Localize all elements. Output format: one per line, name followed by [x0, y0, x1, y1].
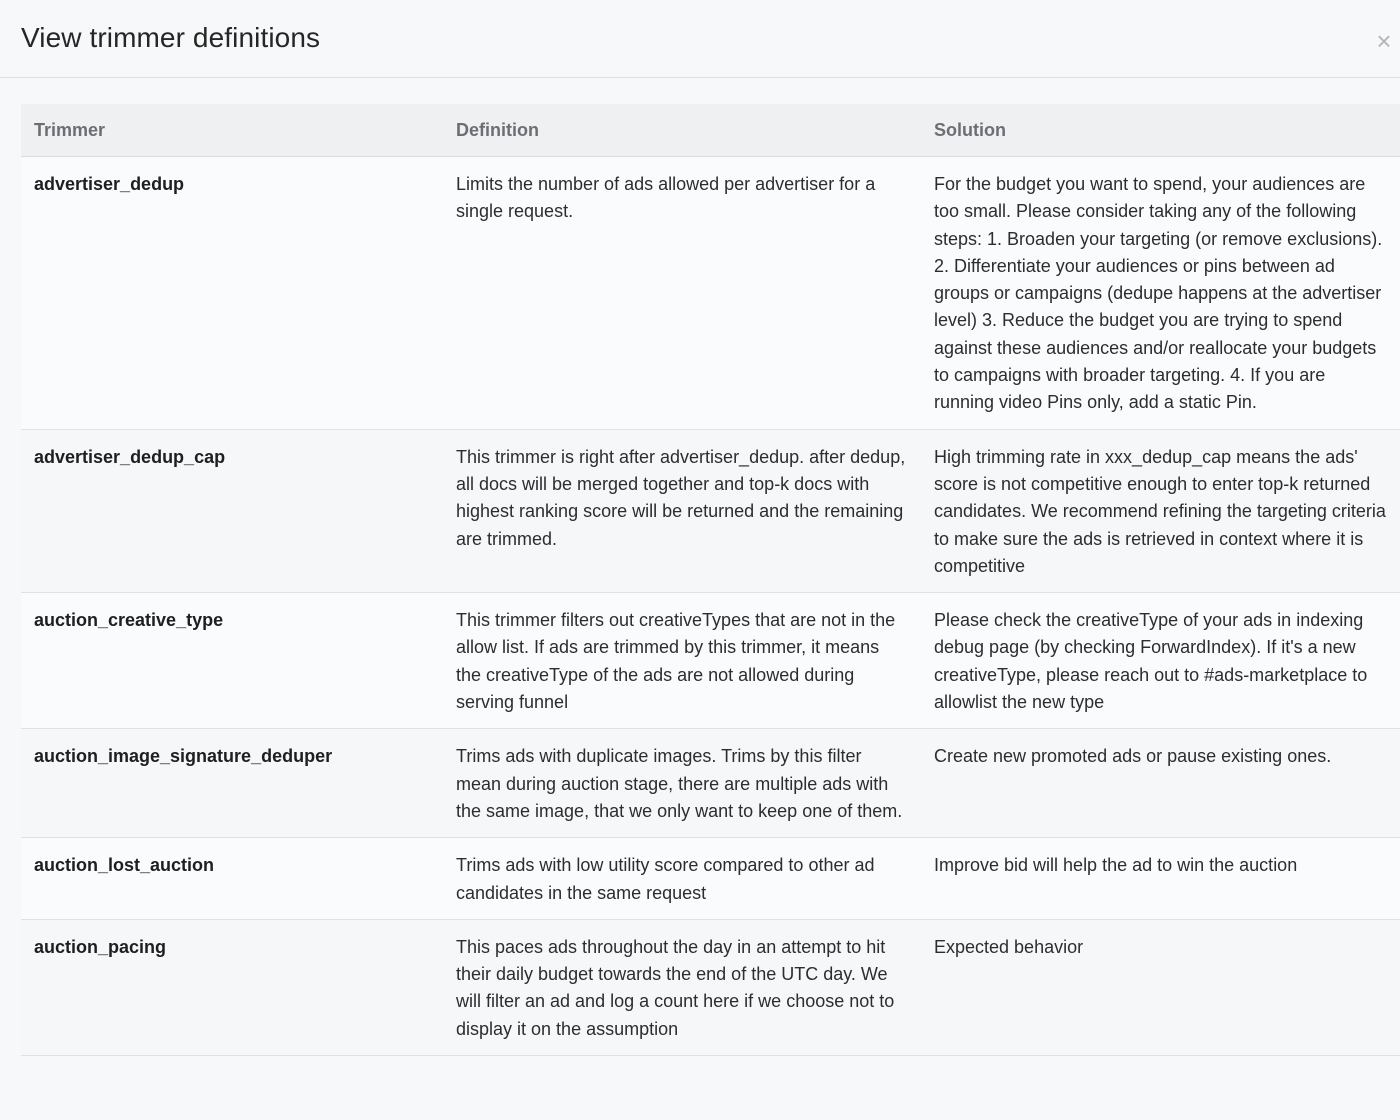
column-header-trimmer: Trimmer [21, 104, 443, 157]
trimmer-name-cell: auction_creative_type [21, 592, 443, 730]
trimmer-name-cell: auction_pacing [21, 919, 443, 1057]
table-row: advertiser_dedup_cap This trimmer is rig… [21, 429, 1400, 594]
definition-cell: This trimmer is right after advertiser_d… [443, 429, 921, 594]
table-row: auction_pacing This paces ads throughout… [21, 919, 1400, 1057]
column-header-definition: Definition [443, 104, 921, 157]
definition-cell: Trims ads with duplicate images. Trims b… [443, 728, 921, 839]
definition-cell: This trimmer filters out creativeTypes t… [443, 592, 921, 730]
definition-cell: Trims ads with low utility score compare… [443, 837, 921, 920]
trimmer-name-cell: auction_image_signature_deduper [21, 728, 443, 839]
trimmer-table: Trimmer Definition Solution advertiser_d… [21, 104, 1400, 1057]
table-row: auction_lost_auction Trims ads with low … [21, 837, 1400, 920]
table-row: advertiser_dedup Limits the number of ad… [21, 156, 1400, 430]
solution-cell: Please check the creativeType of your ad… [921, 592, 1400, 730]
definition-cell: Limits the number of ads allowed per adv… [443, 156, 921, 430]
trimmer-table-container: Trimmer Definition Solution advertiser_d… [21, 104, 1400, 1057]
close-icon[interactable]: × [1374, 28, 1394, 54]
column-header-solution: Solution [921, 104, 1400, 157]
trimmer-name-cell: auction_lost_auction [21, 837, 443, 920]
modal-header: View trimmer definitions × [0, 0, 1400, 78]
solution-cell: Expected behavior [921, 919, 1400, 1057]
table-row: auction_image_signature_deduper Trims ad… [21, 728, 1400, 839]
solution-cell: Improve bid will help the ad to win the … [921, 837, 1400, 920]
trimmer-name-cell: advertiser_dedup_cap [21, 429, 443, 594]
solution-cell: Create new promoted ads or pause existin… [921, 728, 1400, 839]
table-row: auction_creative_type This trimmer filte… [21, 592, 1400, 730]
definition-cell: This paces ads throughout the day in an … [443, 919, 921, 1057]
solution-cell: High trimming rate in xxx_dedup_cap mean… [921, 429, 1400, 594]
solution-cell: For the budget you want to spend, your a… [921, 156, 1400, 430]
table-header-row: Trimmer Definition Solution [21, 104, 1400, 157]
modal-title: View trimmer definitions [21, 22, 321, 53]
trimmer-name-cell: advertiser_dedup [21, 156, 443, 430]
